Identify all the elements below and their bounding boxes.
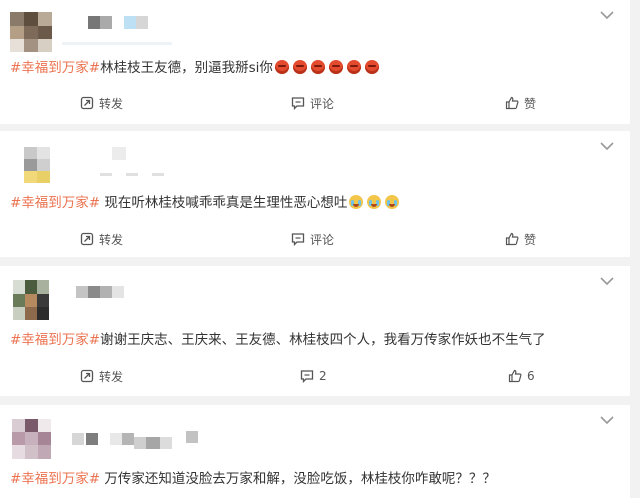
post-header [10,12,310,52]
post-header [10,143,310,183]
thumbs-up-icon [505,232,524,246]
post-header [10,419,310,459]
comment-count: 2 [319,369,327,383]
post-header [10,280,310,320]
chevron-down-icon[interactable] [600,141,614,151]
hashtag-link[interactable]: #幸福到万家# [10,60,100,76]
comment-icon [300,369,319,383]
repost-icon [80,96,99,110]
angry-emoji-icon [346,60,361,74]
post-card: #幸福到万家#林桂枝王友德，别逼我掰si你 转发 评论 赞 [0,0,630,124]
avatar[interactable] [10,419,52,459]
avatar[interactable] [10,143,52,183]
hashtag-link[interactable]: #幸福到万家# [10,195,100,211]
post-body: 林桂枝王友德，别逼我掰si你 [100,60,273,76]
emoji-row [274,58,383,78]
like-button[interactable]: 赞 [505,227,536,251]
angry-emoji-icon [274,60,289,74]
chevron-down-icon[interactable] [600,415,614,425]
repost-button[interactable]: 转发 [80,227,123,251]
crying-emoji-icon [385,195,400,209]
repost-label: 转发 [99,232,124,247]
chevron-down-icon[interactable] [600,10,614,20]
angry-emoji-icon [310,60,325,74]
avatar[interactable] [10,280,52,320]
comment-icon [291,96,310,110]
like-button[interactable]: 6 [508,364,535,388]
comment-label: 评论 [310,232,335,247]
angry-emoji-icon [364,60,379,74]
repost-label: 转发 [99,369,124,384]
comment-icon [291,232,310,246]
crying-emoji-icon [349,195,364,209]
post-text: #幸福到万家# 现在听林桂枝喊乖乖真是生理性恶心想吐 [10,193,403,213]
post-text: #幸福到万家#谢谢王庆志、王庆来、王友德、林桂枝四个人，我看万传家作妖也不生气了 [10,330,546,350]
username-blurred[interactable] [62,429,222,449]
action-bar: 转发 评论 赞 [0,227,630,251]
repost-button[interactable]: 转发 [80,364,123,388]
like-label: 赞 [524,96,537,111]
repost-icon [80,369,99,383]
comment-button[interactable]: 评论 [291,91,334,115]
post-card: #幸福到万家# 万传家还知道没脸去万家和解，没脸吃饭，林桂枝你咋敢呢？？？ [0,405,630,498]
comment-label: 评论 [310,96,335,111]
hashtag-link[interactable]: #幸福到万家# [10,471,100,487]
emoji-row [349,193,403,213]
crying-emoji-icon [367,195,382,209]
angry-emoji-icon [292,60,307,74]
post-card: #幸福到万家# 现在听林桂枝喊乖乖真是生理性恶心想吐 转发 评论 赞 [0,131,630,257]
avatar[interactable] [10,12,52,52]
weibo-feed: #幸福到万家#林桂枝王友德，别逼我掰si你 转发 评论 赞 #幸福到万家# 现在… [0,0,640,498]
like-button[interactable]: 赞 [505,91,536,115]
hashtag-link[interactable]: #幸福到万家# [10,332,100,348]
repost-label: 转发 [99,96,124,111]
post-body: 谢谢王庆志、王庆来、王友德、林桂枝四个人，我看万传家作妖也不生气了 [100,332,546,348]
post-body: 万传家还知道没脸去万家和解，没脸吃饭，林桂枝你咋敢呢？？？ [100,471,496,487]
like-count: 6 [527,369,535,383]
post-text: #幸福到万家# 万传家还知道没脸去万家和解，没脸吃饭，林桂枝你咋敢呢？？？ [10,469,496,489]
post-body: 现在听林桂枝喊乖乖真是生理性恶心想吐 [100,195,348,211]
angry-emoji-icon [328,60,343,74]
repost-icon [80,232,99,246]
action-bar: 转发 评论 赞 [0,91,630,115]
repost-button[interactable]: 转发 [80,91,123,115]
comment-button[interactable]: 2 [300,364,327,388]
comment-button[interactable]: 评论 [291,227,334,251]
thumbs-up-icon [505,96,524,110]
username-blurred[interactable] [62,16,182,45]
username-blurred[interactable] [62,284,182,300]
post-card: #幸福到万家#谢谢王庆志、王庆来、王友德、林桂枝四个人，我看万传家作妖也不生气了… [0,266,630,396]
username-blurred[interactable] [62,147,202,176]
chevron-down-icon[interactable] [600,276,614,286]
action-bar: 转发 2 6 [0,364,630,388]
thumbs-up-icon [508,369,527,383]
like-label: 赞 [524,232,537,247]
post-text: #幸福到万家#林桂枝王友德，别逼我掰si你 [10,58,383,78]
